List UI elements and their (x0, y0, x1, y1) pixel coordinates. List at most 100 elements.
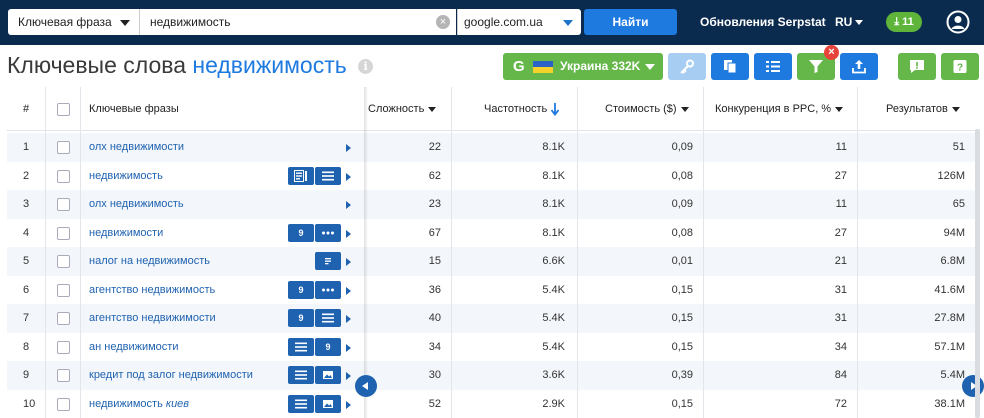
row-checkbox[interactable] (57, 198, 70, 211)
serp-feature-9-icon[interactable]: 9 (288, 309, 314, 327)
page-title: Ключевые слова недвижимость i (7, 52, 374, 79)
keyword-link[interactable]: олх недвижимость (89, 190, 184, 219)
row-checkbox[interactable] (57, 369, 70, 382)
row-checkbox[interactable] (57, 340, 70, 354)
results-cell: 27.8M (934, 312, 965, 324)
image-icon[interactable] (315, 366, 341, 384)
expand-arrow-icon[interactable] (346, 286, 351, 295)
keyword-link[interactable]: налог на недвижимость (89, 247, 210, 276)
table-row: 7 агентство недвижимости 9 40 5.4K 0,15 31 27.8… (7, 304, 977, 333)
keyword-link[interactable]: кредит под залог недвижимости (89, 361, 253, 390)
clear-icon[interactable]: × (436, 15, 450, 29)
feedback-button[interactable] (898, 53, 936, 80)
row-checkbox[interactable] (57, 141, 70, 154)
dots-icon[interactable] (315, 280, 341, 299)
expand-arrow-icon[interactable] (346, 229, 351, 238)
header-cost[interactable]: Стоимость ($) (605, 87, 689, 131)
image-icon[interactable] (315, 394, 341, 413)
list-icon[interactable] (288, 337, 314, 356)
row-checkbox[interactable] (57, 397, 70, 411)
close-icon[interactable]: × (824, 45, 839, 60)
card-icon[interactable] (288, 166, 314, 185)
search-mode-select[interactable]: Ключевая фраза (8, 9, 140, 35)
downloads-button[interactable]: ⤓ 11 (886, 12, 922, 32)
frequency-cell: 8.1K (542, 198, 565, 210)
keyword-link[interactable]: олх недвижимости (89, 133, 184, 162)
row-checkbox[interactable] (57, 312, 70, 325)
keyword-link[interactable]: агентство недвижимости (89, 304, 216, 333)
row-number: 9 (23, 369, 30, 381)
competition-cell: 11 (835, 141, 847, 153)
vertical-scrollbar[interactable] (975, 129, 980, 418)
expand-arrow-icon[interactable] (346, 315, 351, 323)
expand-arrow-icon[interactable] (346, 201, 351, 209)
row-number: 1 (23, 141, 30, 153)
serp-feature-label: 9 (298, 284, 304, 295)
list-icon[interactable] (288, 366, 314, 384)
page-title-query: недвижимость (192, 52, 347, 78)
cost-cell: 0,15 (671, 283, 693, 296)
columns-button[interactable] (754, 53, 792, 80)
search-engine-select[interactable]: google.com.ua (457, 9, 581, 35)
select-all-checkbox[interactable] (57, 103, 70, 116)
scroll-right-button[interactable] (962, 375, 984, 397)
region-label: Украина 332K (560, 59, 641, 73)
serp-feature-label: 9 (298, 313, 304, 323)
sort-caret-icon (951, 106, 960, 112)
header-results-label: Результатов (886, 103, 948, 115)
list-icon[interactable] (315, 309, 341, 327)
page-title-prefix: Ключевые слова (7, 52, 186, 78)
updates-link[interactable]: Обновления Serpstat (700, 15, 826, 29)
find-button[interactable]: Найти (584, 9, 677, 35)
expand-arrow-icon[interactable] (346, 343, 351, 352)
row-checkbox[interactable] (57, 283, 70, 297)
scroll-left-button[interactable] (355, 375, 377, 397)
header-difficulty[interactable]: Сложность (368, 87, 437, 131)
keyword-link[interactable]: недвижимость (89, 162, 163, 191)
keyword-link[interactable]: недвижимость киев (89, 390, 189, 418)
row-number: 5 (23, 255, 30, 267)
copy-button[interactable] (711, 53, 749, 80)
language-select[interactable]: RU (835, 15, 864, 29)
sort-caret-icon (835, 106, 844, 112)
competition-cell: 27 (834, 169, 847, 182)
search-input[interactable] (140, 9, 456, 35)
snippet-icon[interactable] (315, 252, 341, 270)
keyword-link[interactable]: ан недвижимости (89, 333, 178, 362)
header-results[interactable]: Результатов (886, 87, 960, 131)
expand-arrow-icon[interactable] (346, 172, 351, 181)
row-checkbox[interactable] (57, 169, 70, 183)
region-select-button[interactable]: G Украина 332K (503, 53, 663, 80)
frequency-cell: 2.9K (542, 397, 565, 410)
row-checkbox[interactable] (57, 255, 70, 268)
list-icon[interactable] (315, 166, 341, 185)
info-icon[interactable]: i (358, 59, 374, 75)
user-icon[interactable] (946, 10, 970, 34)
cost-cell: 0,39 (671, 369, 693, 381)
keyword-link[interactable]: агентство недвижимость (89, 276, 215, 305)
serp-feature-9-icon[interactable]: 9 (288, 280, 314, 299)
keyword-link[interactable]: недвижимости (89, 219, 163, 248)
table-row: 9 кредит под залог недвижимости 30 3.6K 0,39… (7, 361, 977, 390)
competition-cell: 31 (834, 283, 847, 296)
row-checkbox[interactable] (57, 226, 70, 240)
competition-cell: 84 (834, 369, 847, 381)
help-button[interactable]: ? (941, 53, 979, 80)
serp-feature-9-icon[interactable]: 9 (288, 223, 314, 242)
serp-feature-9-icon[interactable]: 9 (315, 337, 341, 356)
header-competition-label: Конкуренция в PPC, % (715, 103, 832, 115)
expand-arrow-icon[interactable] (346, 144, 351, 152)
export-button[interactable] (840, 53, 878, 80)
expand-arrow-icon[interactable] (346, 258, 351, 266)
table-row: 3 олх недвижимость 23 8.1K 0,09 11 65 (7, 190, 977, 219)
column-divider (45, 87, 46, 418)
list-icon (766, 61, 780, 72)
dots-icon[interactable] (315, 223, 341, 242)
header-competition[interactable]: Конкуренция в PPC, % (715, 87, 844, 131)
expand-arrow-icon[interactable] (346, 372, 351, 380)
keyword-tools-button[interactable] (668, 53, 706, 80)
header-frequency[interactable]: Частотность (484, 87, 560, 131)
table-row: 8 ан недвижимости 9 34 5.4K 0,15 34 57.1M (7, 333, 977, 362)
list-icon[interactable] (288, 394, 314, 413)
expand-arrow-icon[interactable] (346, 400, 351, 409)
